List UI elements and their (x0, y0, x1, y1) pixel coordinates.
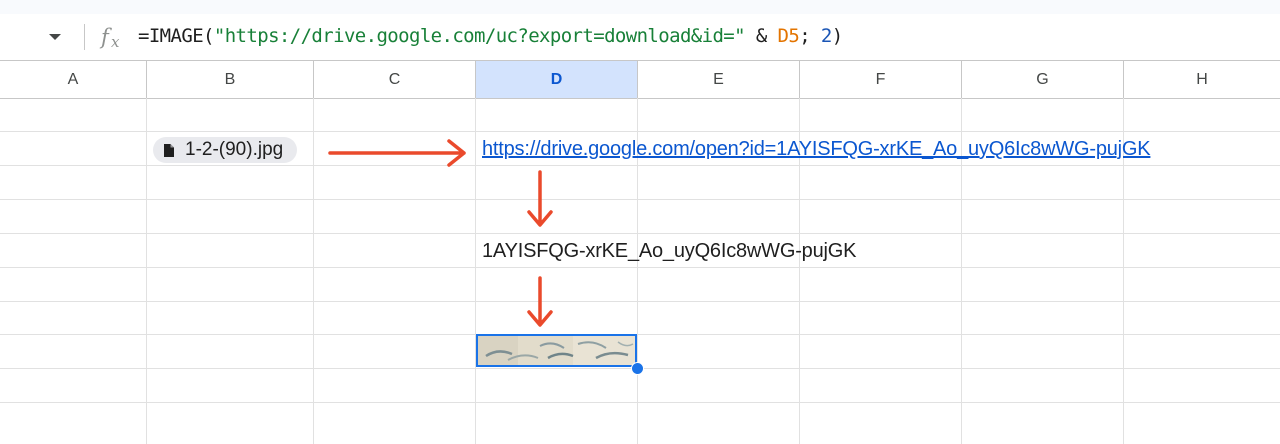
grid-row-line (0, 402, 1280, 403)
drive-link-cell[interactable]: https://drive.google.com/open?id=1AYISFQ… (482, 138, 1151, 161)
column-header-row: ABCDEFGH (0, 61, 1280, 99)
formula-token: 2 (820, 25, 832, 47)
formula-input[interactable]: =IMAGE("https://drive.google.com/uc?expo… (138, 25, 843, 47)
grid-column-line (475, 98, 476, 444)
grid-row-line (0, 233, 1280, 234)
formula-token: D5 (777, 25, 800, 47)
arrow-right-icon (328, 139, 466, 167)
toolbar-strip (0, 0, 1280, 14)
fx-icon: f x (99, 22, 127, 52)
formula-token: ; (799, 25, 821, 47)
arrow-down-icon (527, 276, 553, 327)
grid-row-line (0, 199, 1280, 200)
grid-column-line (313, 98, 314, 444)
file-chip-label: 1-2-(90).jpg (185, 139, 284, 160)
column-header-h[interactable]: H (1124, 61, 1280, 98)
formula-bar-divider (84, 24, 85, 50)
fill-handle[interactable] (631, 362, 644, 375)
grid-row-line (0, 165, 1280, 166)
column-header-b[interactable]: B (147, 61, 314, 98)
formula-token: "https://drive.google.com/uc?export=down… (213, 25, 746, 47)
grid-row-line (0, 267, 1280, 268)
column-header-e[interactable]: E (638, 61, 800, 98)
file-icon (163, 143, 175, 158)
grid-row-line (0, 334, 1280, 335)
file-id-cell[interactable]: 1AYISFQG-xrKE_Ao_uyQ6Ic8wWG-pujGK (482, 240, 856, 263)
image-cell[interactable] (476, 334, 637, 367)
formula-token: & (745, 25, 778, 47)
grid-column-line (146, 98, 147, 444)
image-thumbnail (478, 336, 635, 365)
formula-bar: f x =IMAGE("https://drive.google.com/uc?… (0, 14, 1280, 61)
formula-token: =IMAGE( (138, 25, 214, 47)
grid-row-line (0, 301, 1280, 302)
file-chip[interactable]: 1-2-(90).jpg (153, 137, 298, 163)
column-header-f[interactable]: F (800, 61, 962, 98)
column-header-d[interactable]: D (476, 61, 638, 98)
column-header-g[interactable]: G (962, 61, 1124, 98)
svg-text:x: x (111, 33, 120, 51)
formula-token: ) (831, 25, 843, 47)
grid-row-line (0, 131, 1280, 132)
arrow-down-icon (527, 170, 553, 227)
caret-down-icon[interactable] (40, 27, 70, 47)
column-header-c[interactable]: C (314, 61, 476, 98)
column-header-a[interactable]: A (0, 61, 147, 98)
